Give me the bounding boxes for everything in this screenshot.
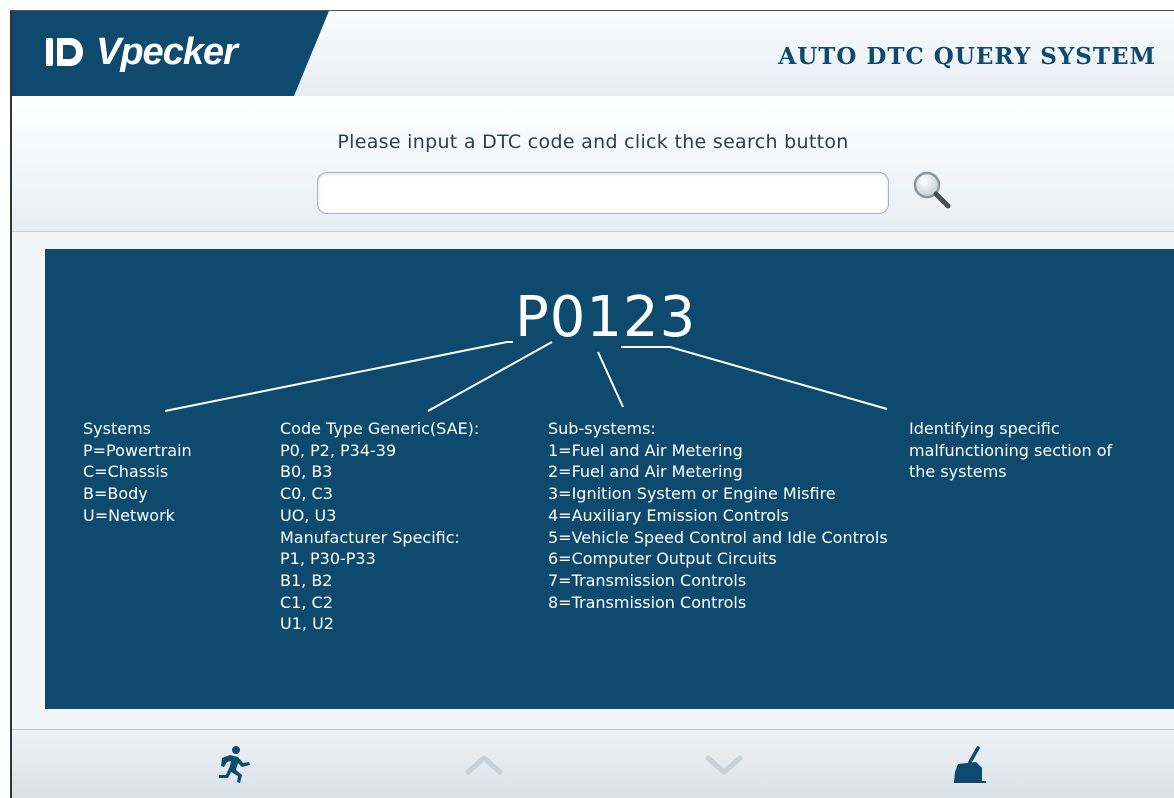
broom-clear-icon (954, 746, 986, 783)
code-type-connector (427, 341, 553, 412)
code-type-line: P0, P2, P34-39 (280, 440, 397, 460)
sub-systems-line: 2=Fuel and Air Metering (548, 462, 743, 482)
vpecker-logo-icon (44, 34, 86, 70)
header-bar: Vpecker AUTO DTC QUERY SYSTEM (12, 11, 1174, 96)
systems-connector (164, 341, 513, 412)
sub-systems-line: 6=Computer Output Circuits (548, 549, 777, 569)
identifying-line: malfunctioning section of (909, 440, 1113, 460)
search-button[interactable] (910, 168, 954, 212)
footer-toolbar (12, 729, 1174, 798)
dtc-search-input[interactable] (317, 172, 889, 214)
scroll-up-button[interactable] (462, 744, 506, 784)
code-type-line: B1, B2 (280, 570, 333, 590)
running-man-exit-icon (219, 746, 250, 783)
sub-systems-line: 7=Transmission Controls (548, 570, 747, 590)
sub-systems-line: 5=Vehicle Speed Control and Idle Control… (548, 527, 888, 547)
code-type-line: C1, C2 (280, 592, 333, 612)
brand-logo: Vpecker (44, 27, 238, 77)
systems-line: C=Chassis (83, 462, 169, 482)
clear-button[interactable] (948, 744, 992, 784)
sub-systems-connector (597, 351, 624, 408)
sub-systems-line: Sub-systems: (548, 419, 656, 438)
systems-column: Systems P=Powertrain C=Chassis B=Body U=… (83, 418, 192, 527)
code-type-line: Manufacturer Specific: (280, 527, 460, 547)
code-type-line: Code Type Generic(SAE): (280, 419, 480, 438)
code-type-line: UO, U3 (280, 505, 337, 525)
systems-line: P=Powertrain (83, 440, 192, 460)
sub-systems-line: 4=Auxiliary Emission Controls (548, 505, 789, 525)
search-area: Please input a DTC code and click the se… (12, 96, 1174, 231)
brand-name: Vpecker (96, 30, 238, 73)
chevron-up-icon (465, 755, 503, 775)
code-type-line: P1, P30-P33 (280, 549, 376, 569)
systems-line: U=Network (83, 505, 175, 525)
system-title: AUTO DTC QUERY SYSTEM (778, 43, 1156, 70)
systems-line: Systems (83, 419, 151, 438)
scroll-down-button[interactable] (702, 744, 746, 784)
identifying-column: Identifying specific malfunctioning sect… (909, 418, 1112, 483)
section-divider (12, 231, 1174, 232)
sub-systems-column: Sub-systems: 1=Fuel and Air Metering 2=F… (548, 418, 888, 613)
dtc-code-example: P0123 (515, 285, 697, 350)
dtc-explanation-panel: P0123 Systems P=Powertrain C=Chassis B=B… (45, 249, 1174, 709)
systems-line: B=Body (83, 484, 148, 504)
magnifier-search-icon (913, 171, 951, 209)
code-type-line: C0, C3 (280, 484, 333, 504)
chevron-down-icon (705, 755, 743, 775)
search-prompt: Please input a DTC code and click the se… (337, 131, 849, 153)
exit-button[interactable] (212, 744, 256, 784)
app-window: Vpecker AUTO DTC QUERY SYSTEM Please inp… (10, 10, 1174, 798)
identifying-line: Identifying specific (909, 419, 1060, 438)
code-type-line: B0, B3 (280, 462, 333, 482)
sub-systems-line: 8=Transmission Controls (548, 592, 747, 612)
code-type-column: Code Type Generic(SAE): P0, P2, P34-39 B… (280, 418, 479, 635)
sub-systems-line: 1=Fuel and Air Metering (548, 440, 743, 460)
identifying-line: the systems (909, 462, 1007, 482)
sub-systems-line: 3=Ignition System or Engine Misfire (548, 484, 836, 504)
identifying-connector (621, 346, 888, 410)
code-type-line: U1, U2 (280, 614, 334, 634)
